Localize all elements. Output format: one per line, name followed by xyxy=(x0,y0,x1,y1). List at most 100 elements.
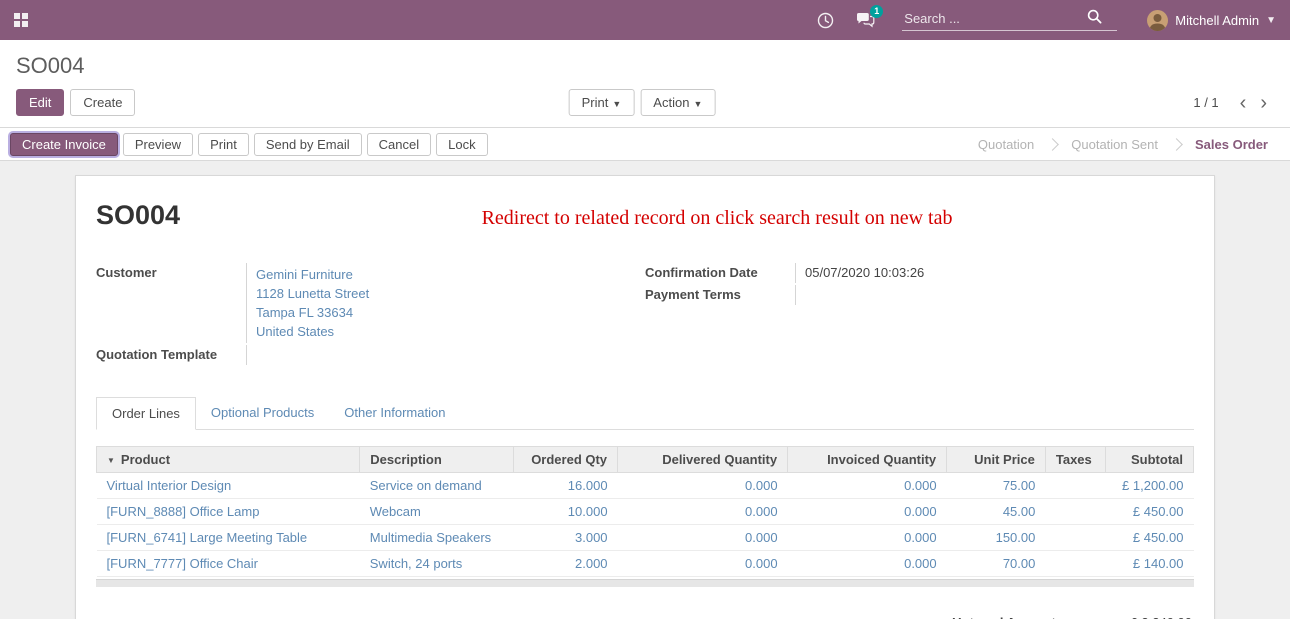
chevron-down-icon: ▼ xyxy=(612,99,621,109)
print-dropdown-button[interactable]: Print▼ xyxy=(569,89,635,116)
apps-menu-icon[interactable] xyxy=(14,13,28,27)
cell-product[interactable]: Virtual Interior Design xyxy=(97,473,360,499)
pager: 1 / 1 ‹ › xyxy=(1193,95,1274,110)
chevron-down-icon: ▼ xyxy=(693,99,702,109)
totals-section: Untaxed Amount: £ 2,240.00 xyxy=(96,615,1194,619)
payment-terms-value xyxy=(795,285,1194,305)
annotation-text: Redirect to related record on click sear… xyxy=(180,200,1194,230)
lock-button[interactable]: Lock xyxy=(436,133,487,156)
cancel-button[interactable]: Cancel xyxy=(367,133,431,156)
form-sheet: SO004 Redirect to related record on clic… xyxy=(75,175,1215,619)
table-row[interactable]: [FURN_7777] Office Chair Switch, 24 port… xyxy=(97,551,1194,577)
edit-button[interactable]: Edit xyxy=(16,89,64,116)
cell-delivered-qty: 0.000 xyxy=(618,551,788,577)
cell-invoiced-qty: 0.000 xyxy=(788,551,947,577)
confirmation-date-value: 05/07/2020 10:03:26 xyxy=(795,263,1194,283)
customer-city: Tampa FL 33634 xyxy=(256,303,645,322)
cell-unit-price: 75.00 xyxy=(947,473,1046,499)
search-input[interactable] xyxy=(902,10,1087,27)
control-panel-center: Print▼ Action▼ xyxy=(569,89,722,116)
header-taxes[interactable]: Taxes xyxy=(1045,447,1105,473)
activities-clock-icon[interactable] xyxy=(817,12,834,29)
search-icon[interactable] xyxy=(1087,9,1102,27)
cell-product[interactable]: [FURN_6741] Large Meeting Table xyxy=(97,525,360,551)
send-by-email-button[interactable]: Send by Email xyxy=(254,133,362,156)
expand-caret-icon[interactable]: ▼ xyxy=(107,456,115,465)
sheet-header: SO004 Redirect to related record on clic… xyxy=(96,200,1194,231)
header-ordered-qty[interactable]: Ordered Qty xyxy=(513,447,617,473)
cell-subtotal: £ 450.00 xyxy=(1106,525,1194,551)
cell-delivered-qty: 0.000 xyxy=(618,499,788,525)
user-menu[interactable]: Mitchell Admin ▼ xyxy=(1133,10,1276,31)
order-lines-table: ▼Product Description Ordered Qty Deliver… xyxy=(96,446,1194,577)
tab-other-information[interactable]: Other Information xyxy=(329,397,460,430)
confirmation-date-field-row: Confirmation Date 05/07/2020 10:03:26 xyxy=(645,263,1194,283)
table-row[interactable]: [FURN_6741] Large Meeting Table Multimed… xyxy=(97,525,1194,551)
cell-description[interactable]: Multimedia Speakers xyxy=(360,525,514,551)
breadcrumb-row: SO004 xyxy=(0,40,1290,83)
cell-unit-price: 45.00 xyxy=(947,499,1046,525)
action-dropdown-label: Action xyxy=(653,95,689,110)
header-delivered-quantity[interactable]: Delivered Quantity xyxy=(618,447,788,473)
customer-label: Customer xyxy=(96,263,246,343)
cell-invoiced-qty: 0.000 xyxy=(788,525,947,551)
cell-subtotal: £ 450.00 xyxy=(1106,499,1194,525)
pager-previous-icon[interactable]: ‹ xyxy=(1233,96,1254,110)
status-step-quotation-sent[interactable]: Quotation Sent xyxy=(1053,128,1176,160)
breadcrumb: SO004 xyxy=(16,53,85,78)
pager-next-icon[interactable]: › xyxy=(1253,96,1274,110)
cell-invoiced-qty: 0.000 xyxy=(788,473,947,499)
cell-invoiced-qty: 0.000 xyxy=(788,499,947,525)
cell-product[interactable]: [FURN_7777] Office Chair xyxy=(97,551,360,577)
form-statusbar: Create Invoice Preview Print Send by Ema… xyxy=(0,127,1290,161)
customer-name-link[interactable]: Gemini Furniture xyxy=(256,265,645,284)
top-navbar: 1 Mitchell Admin ▼ xyxy=(0,0,1290,40)
customer-field-row: Customer Gemini Furniture 1128 Lunetta S… xyxy=(96,263,645,343)
header-subtotal[interactable]: Subtotal xyxy=(1106,447,1194,473)
messages-count-badge: 1 xyxy=(870,5,883,18)
header-description[interactable]: Description xyxy=(360,447,514,473)
cell-delivered-qty: 0.000 xyxy=(618,525,788,551)
cell-description[interactable]: Switch, 24 ports xyxy=(360,551,514,577)
record-title: SO004 xyxy=(96,200,180,231)
right-field-group: Confirmation Date 05/07/2020 10:03:26 Pa… xyxy=(645,263,1194,367)
tab-optional-products[interactable]: Optional Products xyxy=(196,397,329,430)
payment-terms-field-row: Payment Terms xyxy=(645,285,1194,305)
cell-product[interactable]: [FURN_8888] Office Lamp xyxy=(97,499,360,525)
customer-country: United States xyxy=(256,322,645,341)
payment-terms-label: Payment Terms xyxy=(645,285,795,305)
form-view-background: SO004 Redirect to related record on clic… xyxy=(0,161,1290,619)
customer-value: Gemini Furniture 1128 Lunetta Street Tam… xyxy=(246,263,645,343)
quotation-template-field-row: Quotation Template xyxy=(96,345,645,365)
print-dropdown-label: Print xyxy=(582,95,609,110)
print-button[interactable]: Print xyxy=(198,133,249,156)
untaxed-amount-value: £ 2,240.00 xyxy=(1102,615,1192,619)
header-invoiced-quantity[interactable]: Invoiced Quantity xyxy=(788,447,947,473)
control-panel: Edit Create Print▼ Action▼ 1 / 1 ‹ › xyxy=(0,83,1290,127)
cell-ordered-qty: 10.000 xyxy=(513,499,617,525)
cell-description[interactable]: Webcam xyxy=(360,499,514,525)
cell-unit-price: 70.00 xyxy=(947,551,1046,577)
create-button[interactable]: Create xyxy=(70,89,135,116)
cell-description[interactable]: Service on demand xyxy=(360,473,514,499)
header-product[interactable]: ▼Product xyxy=(97,447,360,473)
cell-unit-price: 150.00 xyxy=(947,525,1046,551)
status-step-sales-order[interactable]: Sales Order xyxy=(1177,128,1286,160)
avatar xyxy=(1147,10,1168,31)
user-menu-caret-icon: ▼ xyxy=(1266,15,1276,26)
table-row[interactable]: [FURN_8888] Office Lamp Webcam 10.000 0.… xyxy=(97,499,1194,525)
status-step-quotation[interactable]: Quotation xyxy=(960,128,1052,160)
preview-button[interactable]: Preview xyxy=(123,133,193,156)
create-invoice-button[interactable]: Create Invoice xyxy=(10,133,118,156)
messages-icon[interactable]: 1 xyxy=(856,12,875,28)
cell-taxes xyxy=(1045,525,1105,551)
status-pipeline: Quotation Quotation Sent Sales Order xyxy=(960,128,1290,160)
header-unit-price[interactable]: Unit Price xyxy=(947,447,1046,473)
action-dropdown-button[interactable]: Action ▼ xyxy=(640,89,715,116)
cell-delivered-qty: 0.000 xyxy=(618,473,788,499)
table-header-row: ▼Product Description Ordered Qty Deliver… xyxy=(97,447,1194,473)
table-row[interactable]: Virtual Interior Design Service on deman… xyxy=(97,473,1194,499)
cell-ordered-qty: 16.000 xyxy=(513,473,617,499)
confirmation-date-label: Confirmation Date xyxy=(645,263,795,283)
tab-order-lines[interactable]: Order Lines xyxy=(96,397,196,430)
